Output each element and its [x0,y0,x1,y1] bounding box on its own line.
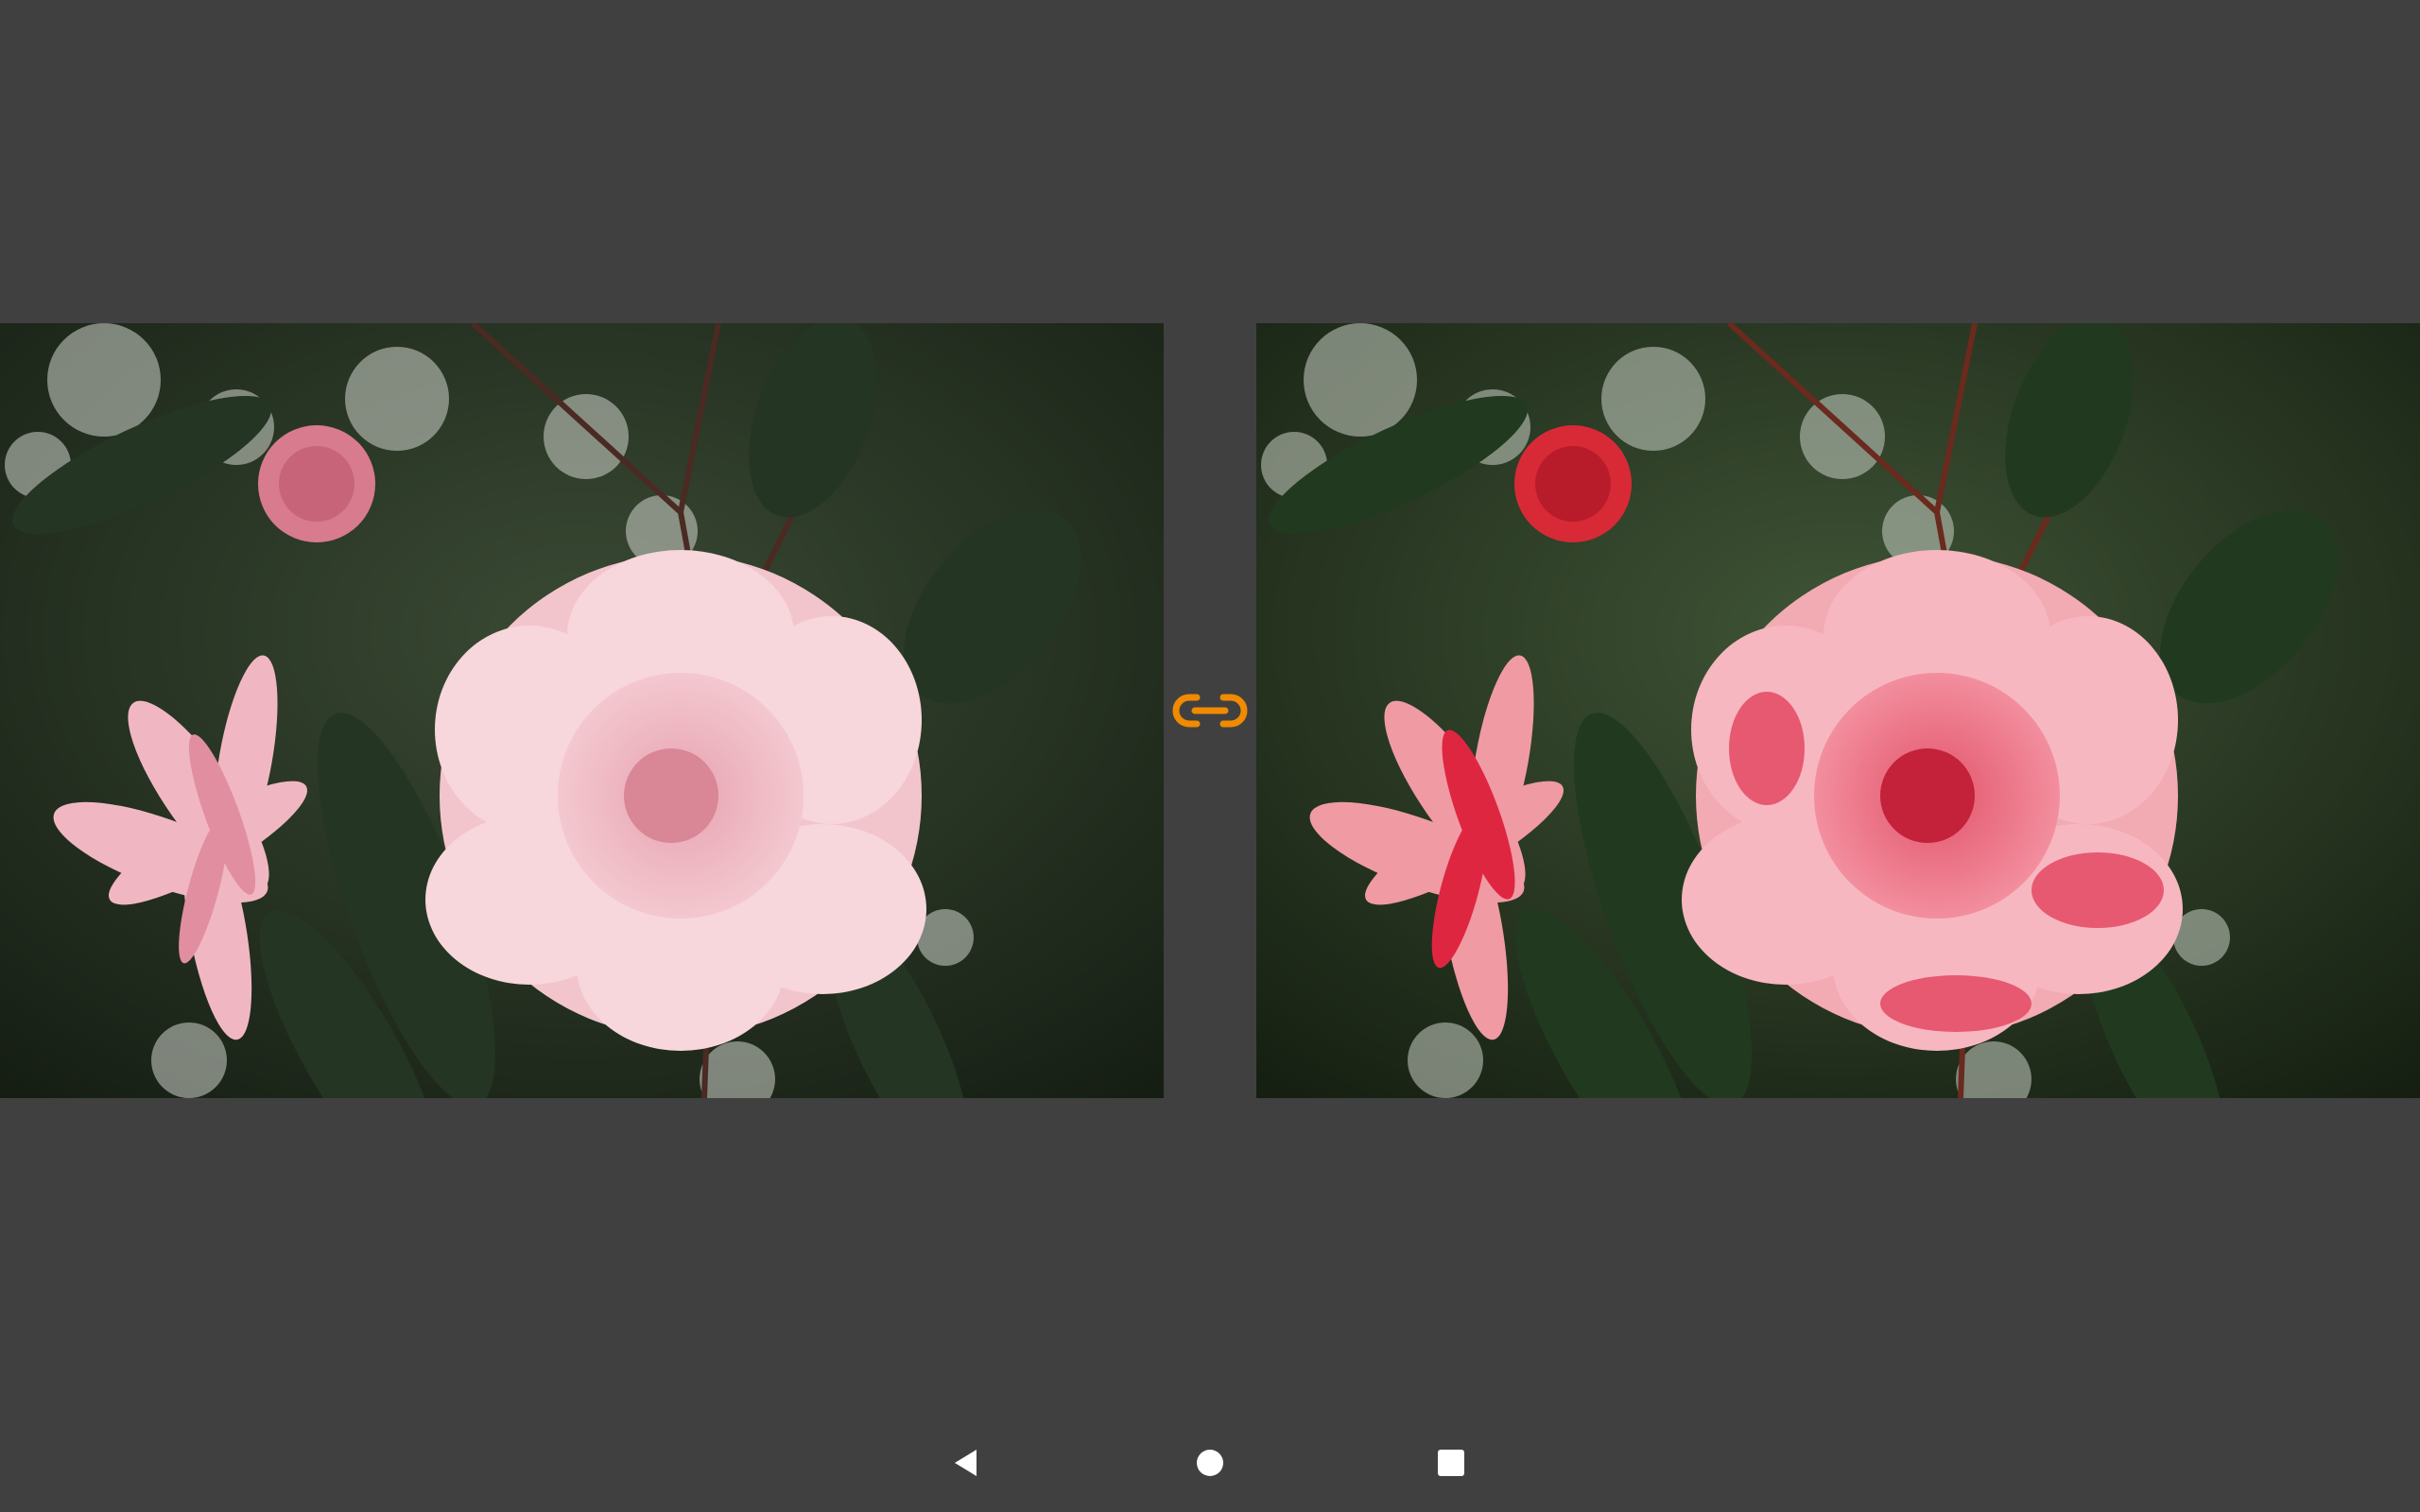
home-icon [1197,1450,1223,1476]
link-icon [1172,694,1248,728]
back-icon [955,1450,977,1476]
recents-icon [1438,1450,1464,1476]
link-toggle-button[interactable] [1170,688,1250,733]
recents-button[interactable] [1421,1433,1481,1493]
camellia-image-original [0,323,1164,1098]
back-button[interactable] [936,1433,996,1493]
original-photo[interactable] [0,323,1164,1098]
camellia-image-edited [1256,323,2420,1098]
screen [0,0,2420,1512]
home-button[interactable] [1180,1433,1240,1493]
navigation-bar [0,1414,2420,1512]
edited-photo[interactable] [1256,323,2420,1098]
